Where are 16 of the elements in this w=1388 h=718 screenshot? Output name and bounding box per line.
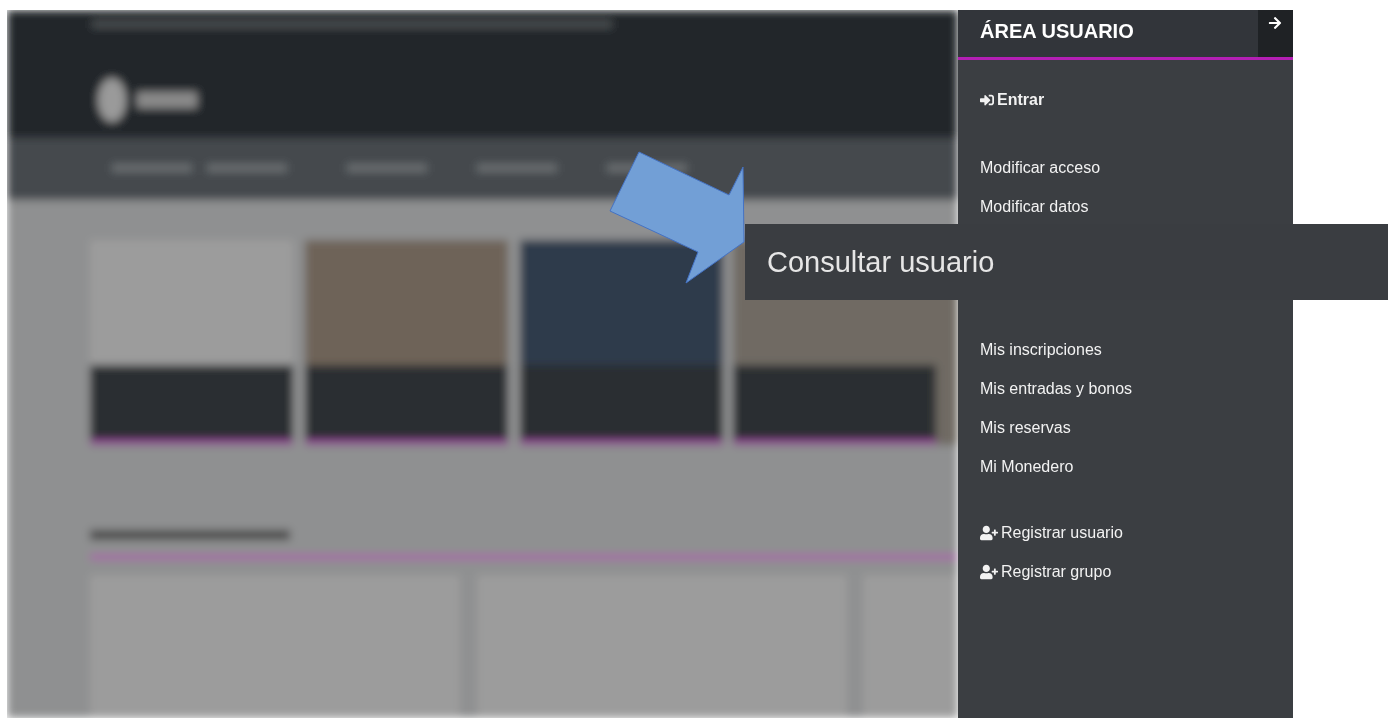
menu-link[interactable]: Mis entradas y bonos (980, 379, 1133, 399)
user-plus-icon (980, 563, 998, 581)
user-plus-icon (980, 524, 998, 542)
menu-link[interactable]: Entrar (980, 90, 1045, 110)
callout-label: Consultar usuario (767, 245, 995, 279)
arrow-right-icon (1268, 16, 1282, 30)
sign-in-icon (980, 93, 994, 107)
close-panel-button[interactable] (1258, 10, 1293, 57)
panel-title: ÁREA USUARIO (958, 10, 1258, 57)
menu-link[interactable]: Modificar datos (980, 197, 1089, 217)
menu-link[interactable]: Registrar usuario (980, 523, 1123, 543)
menu-link[interactable]: Mis reservas (980, 418, 1071, 438)
menu-link[interactable]: Modificar acceso (980, 158, 1101, 178)
menu-link[interactable]: Mi Monedero (980, 457, 1074, 477)
menu-link[interactable]: Mis inscripciones (980, 340, 1102, 360)
menu-link[interactable]: Registrar grupo (980, 562, 1112, 582)
